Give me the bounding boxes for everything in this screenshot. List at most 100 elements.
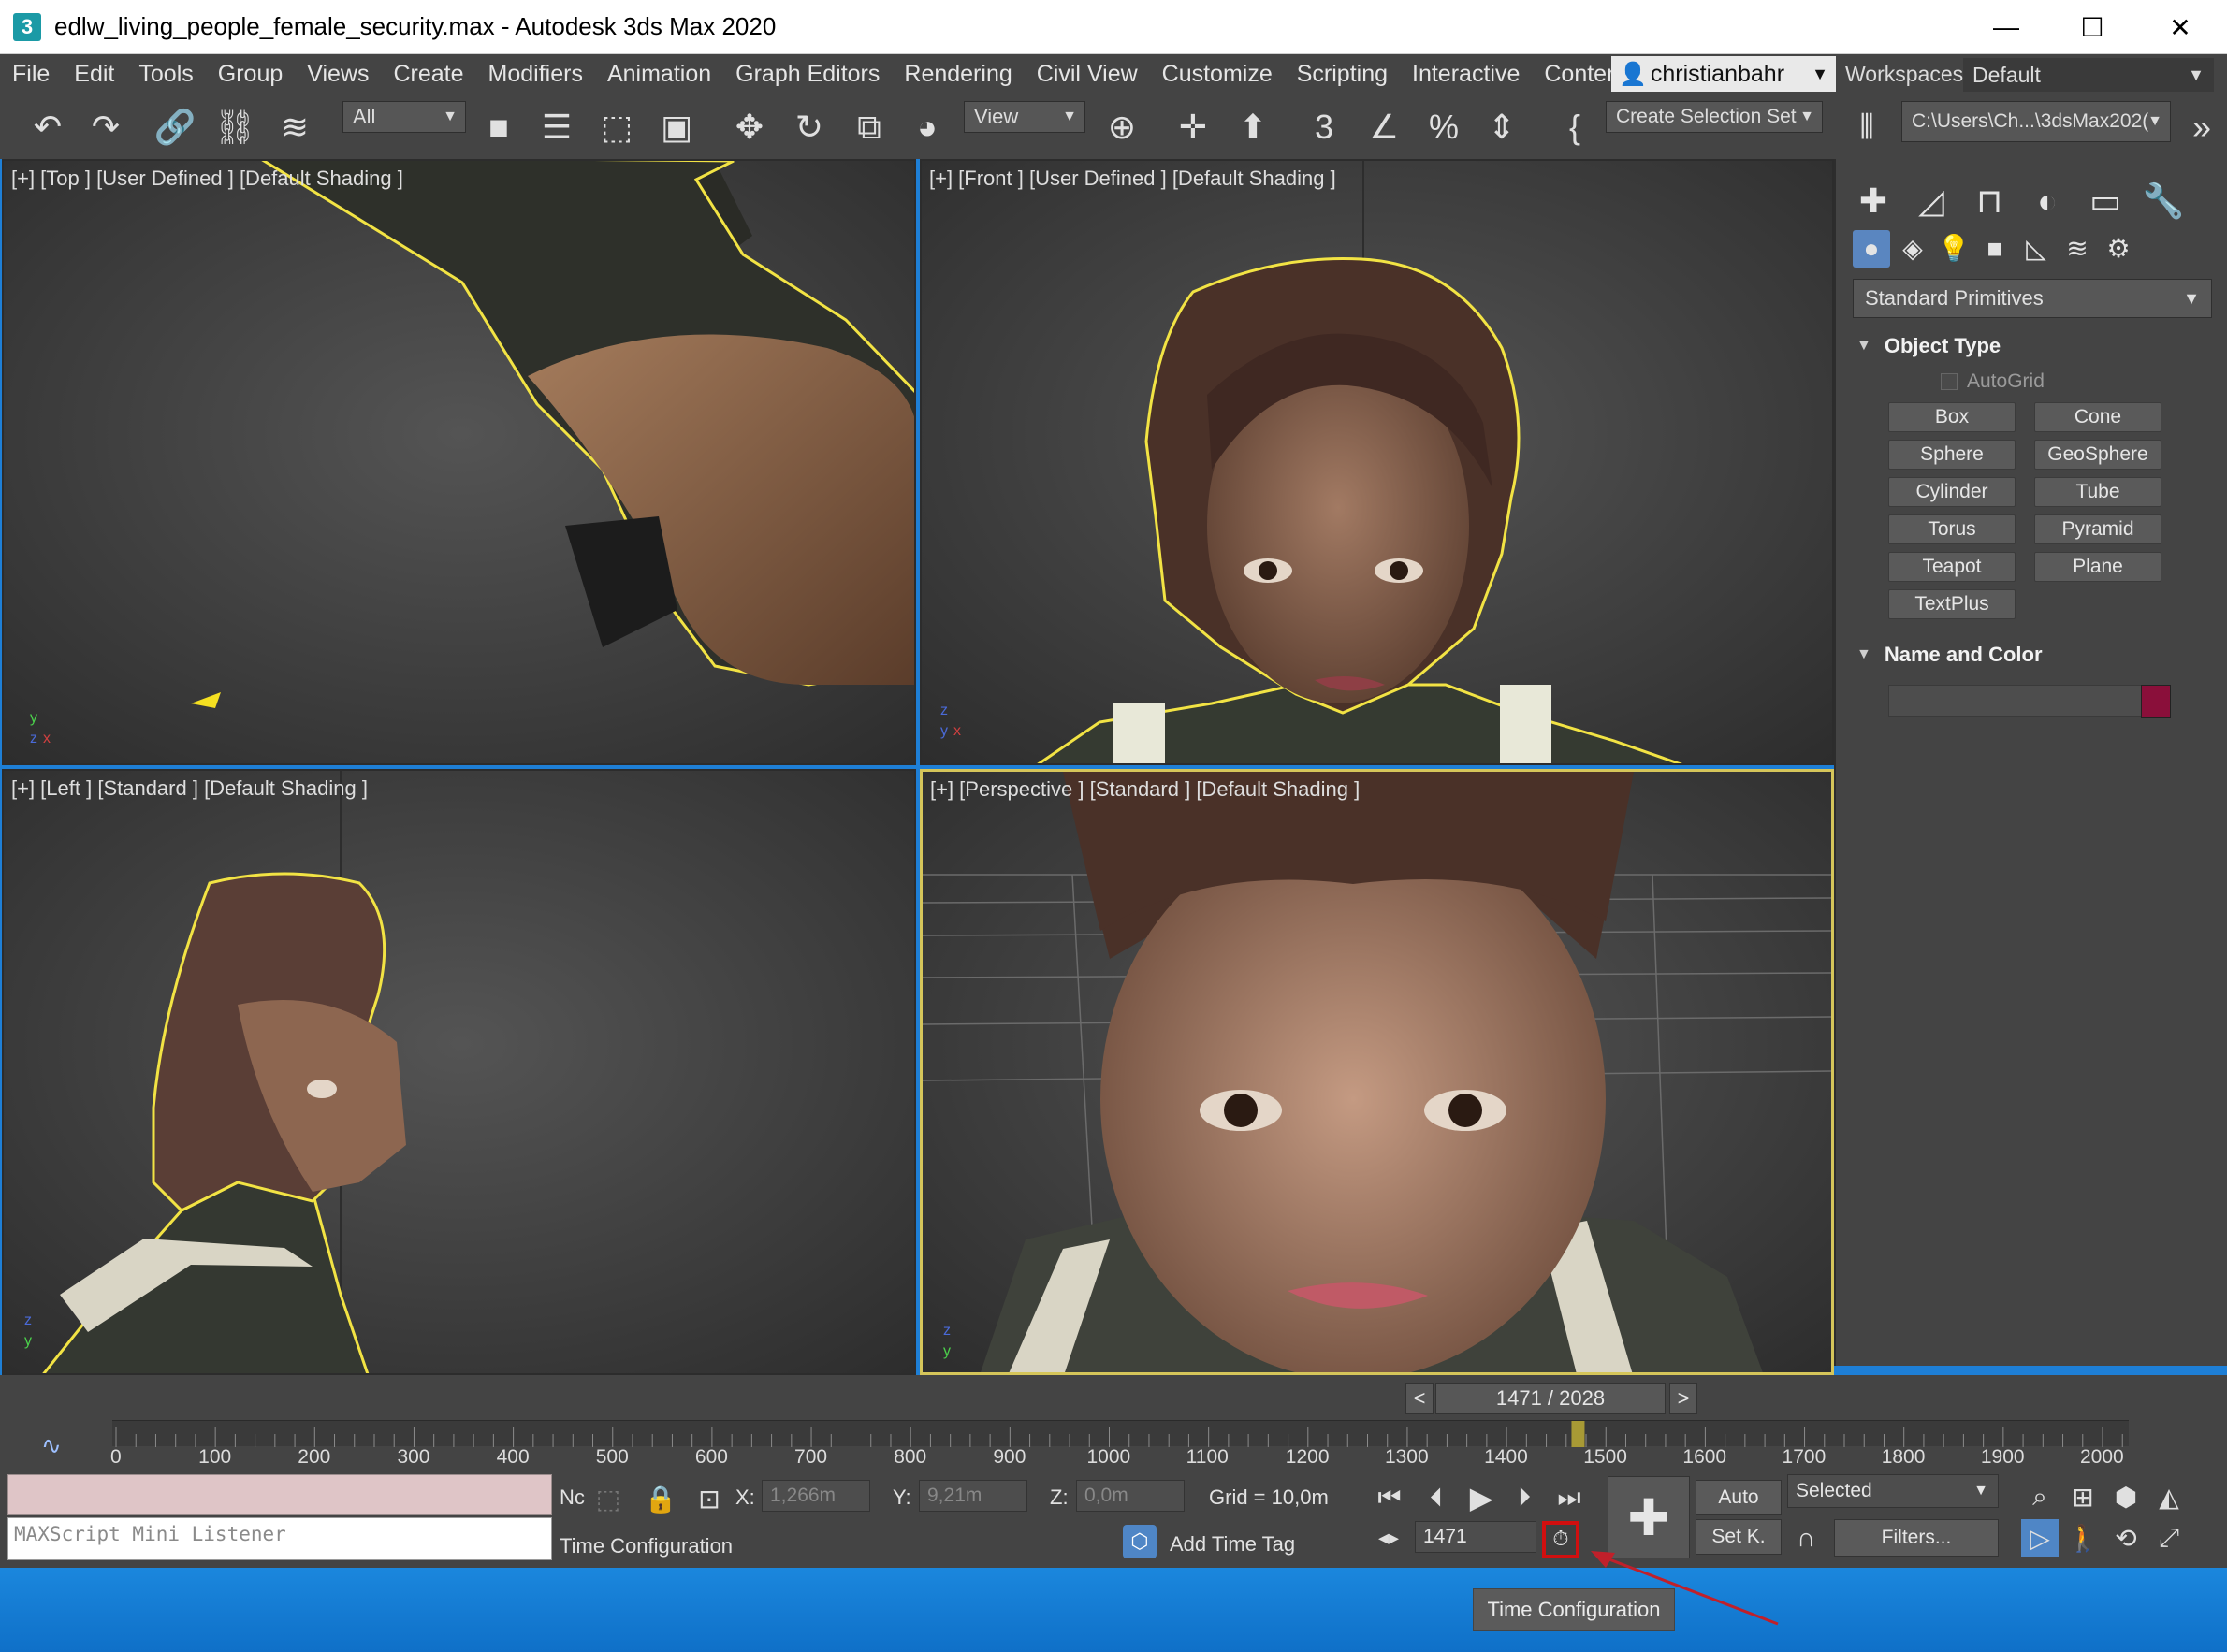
- time-slider-handle[interactable]: [1571, 1421, 1585, 1447]
- reference-coordinate-dropdown[interactable]: View ▼: [964, 101, 1085, 133]
- menu-create[interactable]: Create: [382, 61, 476, 88]
- y-coordinate-field[interactable]: 9,21m: [919, 1480, 1027, 1512]
- select-object-icon[interactable]: ■: [477, 106, 520, 149]
- add-time-tag-icon[interactable]: ⬡: [1123, 1525, 1157, 1558]
- isolate-selection-icon[interactable]: ⬚: [590, 1480, 627, 1517]
- viewport-perspective[interactable]: z y [+] [Perspective ] [Standard ] [Defa…: [920, 769, 1834, 1375]
- go-to-end-icon[interactable]: ⏭: [1550, 1478, 1589, 1517]
- menu-customize[interactable]: Customize: [1150, 61, 1285, 88]
- add-time-tag-label[interactable]: Add Time Tag: [1170, 1532, 1295, 1557]
- keyboard-shortcut-override-icon[interactable]: ⬆: [1231, 106, 1274, 149]
- geosphere-button[interactable]: GeoSphere: [2034, 440, 2162, 470]
- geometry-icon[interactable]: ●: [1853, 230, 1890, 268]
- edit-named-selection-sets-icon[interactable]: {: [1553, 106, 1596, 149]
- create-tab-icon[interactable]: ✚: [1849, 178, 1898, 225]
- create-selection-set-dropdown[interactable]: Create Selection Set ▼: [1606, 101, 1823, 133]
- auto-key-button[interactable]: Auto: [1696, 1480, 1782, 1515]
- set-key-icon[interactable]: ✚: [1608, 1476, 1690, 1558]
- maxscript-listener-output[interactable]: [7, 1474, 552, 1515]
- time-slider-frame-display[interactable]: 1471 / 2028: [1435, 1383, 1666, 1414]
- teapot-button[interactable]: Teapot: [1888, 552, 2016, 582]
- menu-modifiers[interactable]: Modifiers: [476, 61, 595, 88]
- angle-snap-icon[interactable]: ∠: [1362, 106, 1405, 149]
- autogrid-checkbox[interactable]: AutoGrid: [1941, 370, 2045, 393]
- select-by-name-icon[interactable]: ☰: [535, 106, 578, 149]
- workspace-dropdown[interactable]: Default ▼: [1963, 58, 2214, 92]
- project-folder-dropdown[interactable]: C:\Users\Ch...\3dsMax202( ▼: [1901, 101, 2171, 142]
- menu-group[interactable]: Group: [206, 61, 295, 88]
- motion-tab-icon[interactable]: ◐: [2023, 178, 2072, 225]
- object-color-swatch[interactable]: [2141, 685, 2171, 718]
- hierarchy-tab-icon[interactable]: ⊓: [1965, 178, 2014, 225]
- modify-tab-icon[interactable]: ◿: [1907, 178, 1956, 225]
- torus-button[interactable]: Torus: [1888, 514, 2016, 544]
- curve-editor-toggle-icon[interactable]: ∿: [41, 1431, 62, 1460]
- space-warps-icon[interactable]: ≋: [2059, 230, 2096, 268]
- key-mode-toggle-icon[interactable]: ◂▸: [1370, 1519, 1407, 1557]
- snaps-toggle-icon[interactable]: 3: [1303, 106, 1346, 149]
- cameras-icon[interactable]: ■: [1976, 230, 2014, 268]
- key-filter-selection-dropdown[interactable]: Selected ▼: [1787, 1474, 1999, 1508]
- orbit-icon[interactable]: ⟲: [2107, 1519, 2145, 1557]
- field-of-view-icon[interactable]: ▷: [2021, 1519, 2059, 1557]
- next-key-icon[interactable]: ⏵: [1505, 1478, 1544, 1517]
- viewport-front-label[interactable]: [+] [Front ] [User Defined ] [Default Sh…: [929, 167, 1336, 191]
- previous-frame-button[interactable]: <: [1405, 1383, 1434, 1414]
- menu-views[interactable]: Views: [295, 61, 381, 88]
- zoom-all-icon[interactable]: ⊞: [2064, 1478, 2102, 1515]
- toolbar-overflow-icon[interactable]: »: [2180, 106, 2223, 149]
- maximize-viewport-icon[interactable]: ⤢: [2150, 1519, 2188, 1557]
- systems-icon[interactable]: ⚙: [2100, 230, 2137, 268]
- minimize-button[interactable]: —: [1963, 0, 2049, 54]
- select-and-move-icon[interactable]: ✥: [728, 106, 771, 149]
- curve-icon[interactable]: ∩: [1787, 1519, 1825, 1557]
- cone-button[interactable]: Cone: [2034, 402, 2162, 432]
- percent-snap-icon[interactable]: %: [1422, 106, 1465, 149]
- utilities-tab-icon[interactable]: 🔧: [2139, 178, 2188, 225]
- object-type-rollout-header[interactable]: ▼ Object Type: [1851, 329, 2214, 363]
- set-key-button[interactable]: Set K.: [1696, 1519, 1782, 1555]
- walk-through-icon[interactable]: 🚶: [2064, 1519, 2102, 1557]
- viewport-top[interactable]: y z x [+] [Top ] [User Defined ] [Defaul…: [2, 159, 916, 765]
- menu-tools[interactable]: Tools: [126, 61, 205, 88]
- lock-icon[interactable]: 🔒: [642, 1480, 679, 1517]
- display-tab-icon[interactable]: ▭: [2081, 178, 2130, 225]
- key-filters-button[interactable]: Filters...: [1834, 1519, 1999, 1557]
- select-manipulate-icon[interactable]: ✛: [1172, 106, 1215, 149]
- user-account-dropdown[interactable]: 👤 christianbahr ▼: [1611, 56, 1836, 92]
- use-pivot-center-icon[interactable]: ⊕: [1100, 106, 1143, 149]
- viewport-left[interactable]: z y [+] [Left ] [Standard ] [Default Sha…: [2, 769, 916, 1375]
- menu-edit[interactable]: Edit: [62, 61, 126, 88]
- redo-icon[interactable]: ↷: [84, 106, 127, 149]
- select-and-link-icon[interactable]: 🔗: [153, 106, 196, 149]
- zoom-extents-all-icon[interactable]: ◭: [2150, 1478, 2188, 1515]
- zoom-icon[interactable]: ⌕: [2021, 1478, 2059, 1515]
- helpers-icon[interactable]: ◺: [2017, 230, 2055, 268]
- current-frame-field[interactable]: 1471: [1415, 1521, 1536, 1553]
- app-icon[interactable]: 3: [13, 12, 41, 41]
- maximize-button[interactable]: ☐: [2049, 0, 2135, 54]
- viewport-perspective-label[interactable]: [+] [Perspective ] [Standard ] [Default …: [930, 777, 1360, 802]
- x-coordinate-field[interactable]: 1,266m: [762, 1480, 870, 1512]
- menu-animation[interactable]: Animation: [595, 61, 723, 88]
- close-button[interactable]: ✕: [2137, 0, 2223, 54]
- menu-graph-editors[interactable]: Graph Editors: [723, 61, 892, 88]
- z-coordinate-field[interactable]: 0,0m: [1076, 1480, 1185, 1512]
- previous-key-icon[interactable]: ⏴: [1417, 1478, 1456, 1517]
- play-icon[interactable]: ▶: [1460, 1478, 1503, 1517]
- viewport-top-label[interactable]: [+] [Top ] [User Defined ] [Default Shad…: [11, 167, 403, 191]
- menu-scripting[interactable]: Scripting: [1285, 61, 1400, 88]
- bind-to-space-warp-icon[interactable]: ≋: [273, 106, 316, 149]
- menu-rendering[interactable]: Rendering: [892, 61, 1024, 88]
- viewport-left-label[interactable]: [+] [Left ] [Standard ] [Default Shading…: [11, 776, 368, 801]
- menu-civil-view[interactable]: Civil View: [1025, 61, 1150, 88]
- menu-interactive[interactable]: Interactive: [1400, 61, 1532, 88]
- time-configuration-button[interactable]: ⏱: [1542, 1521, 1579, 1558]
- viewport-front[interactable]: z y x [+] [Front ] [User Defined ] [Defa…: [920, 159, 1834, 765]
- plane-button[interactable]: Plane: [2034, 552, 2162, 582]
- mirror-icon[interactable]: ⫴: [1845, 106, 1888, 149]
- textplus-button[interactable]: TextPlus: [1888, 589, 2016, 619]
- window-crossing-icon[interactable]: ▣: [655, 106, 698, 149]
- absolute-offset-toggle-icon[interactable]: ⊡: [691, 1480, 728, 1517]
- go-to-start-icon[interactable]: ⏮: [1370, 1478, 1409, 1517]
